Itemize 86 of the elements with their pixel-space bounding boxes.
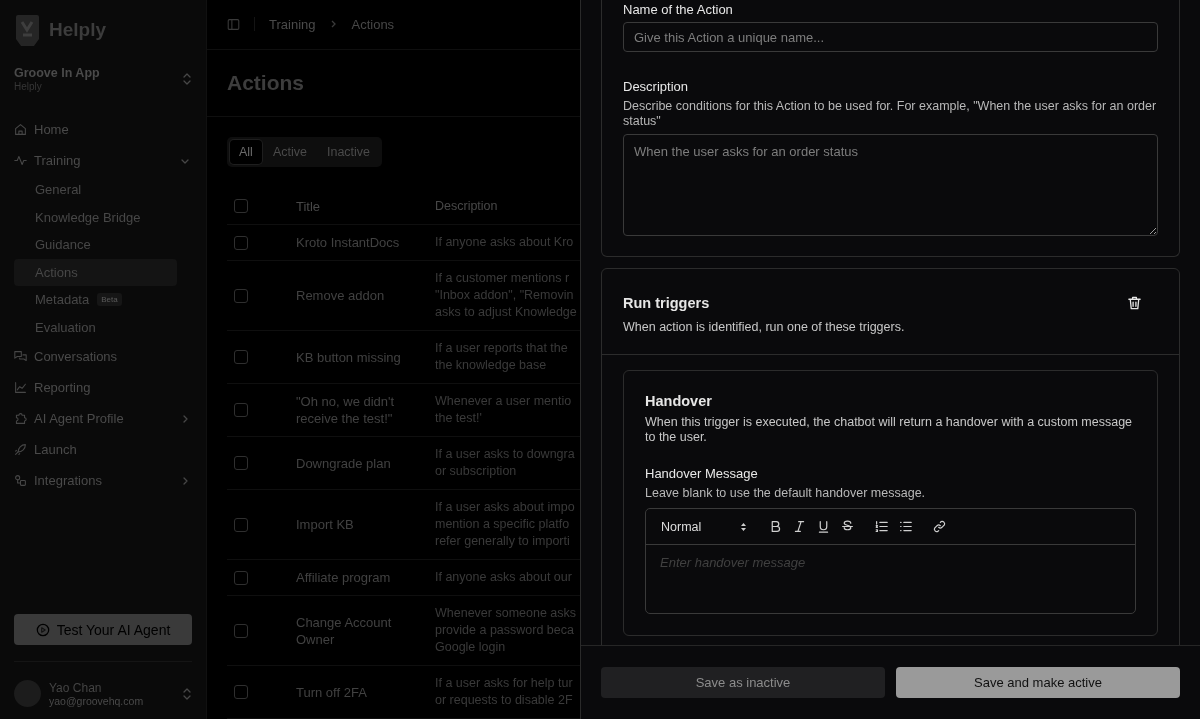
breadcrumb-item[interactable]: Training xyxy=(269,16,316,32)
table-cell-text: If a user asks for help tur or requests to disable 2F xyxy=(435,675,574,709)
sidebar-item[interactable]: Evaluation xyxy=(14,313,177,341)
bullet-list-icon[interactable] xyxy=(898,520,912,533)
table-cell-text: Remove addon xyxy=(296,287,386,305)
table-cell-text: Affiliate program xyxy=(296,569,392,587)
trigger-description: When this trigger is executed, the chatbot will return a handover with a custom message to the user. xyxy=(645,415,1134,445)
chat-bubbles-icon xyxy=(14,350,27,363)
format-dropdown[interactable]: Normal xyxy=(661,519,751,534)
input-field[interactable]: Give this Action a unique name... xyxy=(623,22,1158,52)
trash-icon[interactable] xyxy=(1127,295,1142,311)
logo-icon xyxy=(14,13,41,47)
shapes-icon xyxy=(14,474,27,487)
rocket-icon xyxy=(14,443,27,456)
link-icon[interactable] xyxy=(932,520,946,533)
nav-item[interactable]: Reporting xyxy=(14,372,192,403)
checkbox[interactable] xyxy=(234,350,248,364)
filter-tab[interactable]: Inactive xyxy=(317,140,380,164)
column-header: Title xyxy=(296,197,322,216)
underline-icon[interactable] xyxy=(816,520,830,533)
nav-item[interactable]: Home xyxy=(14,114,192,145)
page-title: Actions xyxy=(227,70,304,95)
help-text: Describe conditions for this Action to be used for. For example, "When the user asks for an order status" xyxy=(623,99,1158,129)
home-icon xyxy=(14,123,27,136)
checkbox[interactable] xyxy=(234,570,248,585)
checkbox[interactable] xyxy=(234,235,248,250)
user-email: yao@groovehq.com xyxy=(49,694,145,707)
test-agent-button[interactable]: Test Your AI Agent xyxy=(14,614,192,645)
pulse-icon xyxy=(14,154,27,167)
nav-item[interactable]: Launch xyxy=(14,434,192,465)
checkbox[interactable] xyxy=(234,685,248,699)
field-label: Handover Message xyxy=(645,466,759,481)
user-name: Yao Chan xyxy=(49,680,103,695)
checkbox[interactable] xyxy=(234,199,248,213)
nav-item[interactable]: AI Agent Profile xyxy=(14,403,192,434)
table-cell-text: If a user reports that the the knowledge base xyxy=(435,340,569,374)
table-cell-text: Change Account Owner xyxy=(296,613,393,649)
field-label: Name of the Action xyxy=(623,2,734,17)
help-text: Leave blank to use the default handover message. xyxy=(645,486,927,501)
table-cell-text: KB button missing xyxy=(296,348,402,367)
card-subtitle: When action is identified, run one of these triggers. xyxy=(623,320,906,334)
italic-icon[interactable] xyxy=(792,520,806,533)
checkbox[interactable] xyxy=(234,517,248,532)
sidebar-item[interactable]: Guidance xyxy=(14,231,177,259)
table-cell-text: Turn off 2FA xyxy=(296,683,368,702)
play-circle-icon xyxy=(35,622,50,637)
card-title: Run triggers xyxy=(623,295,710,311)
sidebar-toggle-icon[interactable] xyxy=(227,17,240,31)
workspace-name: Groove In App xyxy=(14,66,100,80)
table-cell-text: Whenever a user mentio the test!' xyxy=(435,393,573,427)
table-cell-text: Kroto InstantDocs xyxy=(296,234,401,252)
chevron-up-down-icon[interactable] xyxy=(182,686,192,701)
checkbox[interactable] xyxy=(234,288,248,303)
strikethrough-icon[interactable] xyxy=(840,520,854,533)
text-area[interactable]: When the user asks for an order status xyxy=(623,134,1158,236)
nav-item[interactable]: Conversations xyxy=(14,341,192,372)
nav-item[interactable]: Integrations xyxy=(14,465,192,496)
numbered-list-icon[interactable] xyxy=(874,520,888,533)
chevron-up-down-icon[interactable] xyxy=(182,72,192,86)
save-active-button[interactable]: Save and make active xyxy=(896,667,1180,698)
table-cell-text: If anyone asks about our xyxy=(435,569,573,586)
nav-item[interactable]: Training xyxy=(14,145,192,176)
chevron-up-down-icon xyxy=(740,521,747,532)
sidebar-item[interactable]: General xyxy=(14,176,177,204)
table-cell-text: If a user asks to downgra or subscription xyxy=(435,446,576,480)
checkbox[interactable] xyxy=(234,456,248,470)
line-chart-icon xyxy=(14,381,27,394)
table-cell-text: Import KB xyxy=(296,516,355,534)
filter-tab[interactable]: All xyxy=(230,140,262,164)
table-cell-text: If anyone asks about Kro xyxy=(435,234,575,251)
puzzle-icon xyxy=(14,412,27,425)
sidebar-item[interactable]: Knowledge Bridge xyxy=(14,203,177,231)
trigger-title: Handover xyxy=(645,393,713,409)
checkbox[interactable] xyxy=(234,403,248,417)
beta-badge: Beta xyxy=(97,293,122,307)
table-cell-text: If a customer mentions r "Inbox addon", "Removin asks to adjust Knowledge xyxy=(435,270,578,321)
table-cell-text: "Oh no, we didn't receive the test!" xyxy=(296,393,396,428)
field-label: Description xyxy=(623,79,690,94)
chevron-right-icon xyxy=(329,20,338,29)
breadcrumb-item: Actions xyxy=(351,16,395,32)
table-cell-text: If a user asks about impo mention a specific platfo refer generally to importi xyxy=(435,499,576,550)
checkbox[interactable] xyxy=(234,623,248,638)
table-cell-text: Downgrade plan xyxy=(296,454,392,473)
filter-tab[interactable]: Active xyxy=(263,140,316,164)
column-header: Description xyxy=(435,197,499,215)
sidebar-item[interactable]: Metadata Beta xyxy=(14,286,177,314)
